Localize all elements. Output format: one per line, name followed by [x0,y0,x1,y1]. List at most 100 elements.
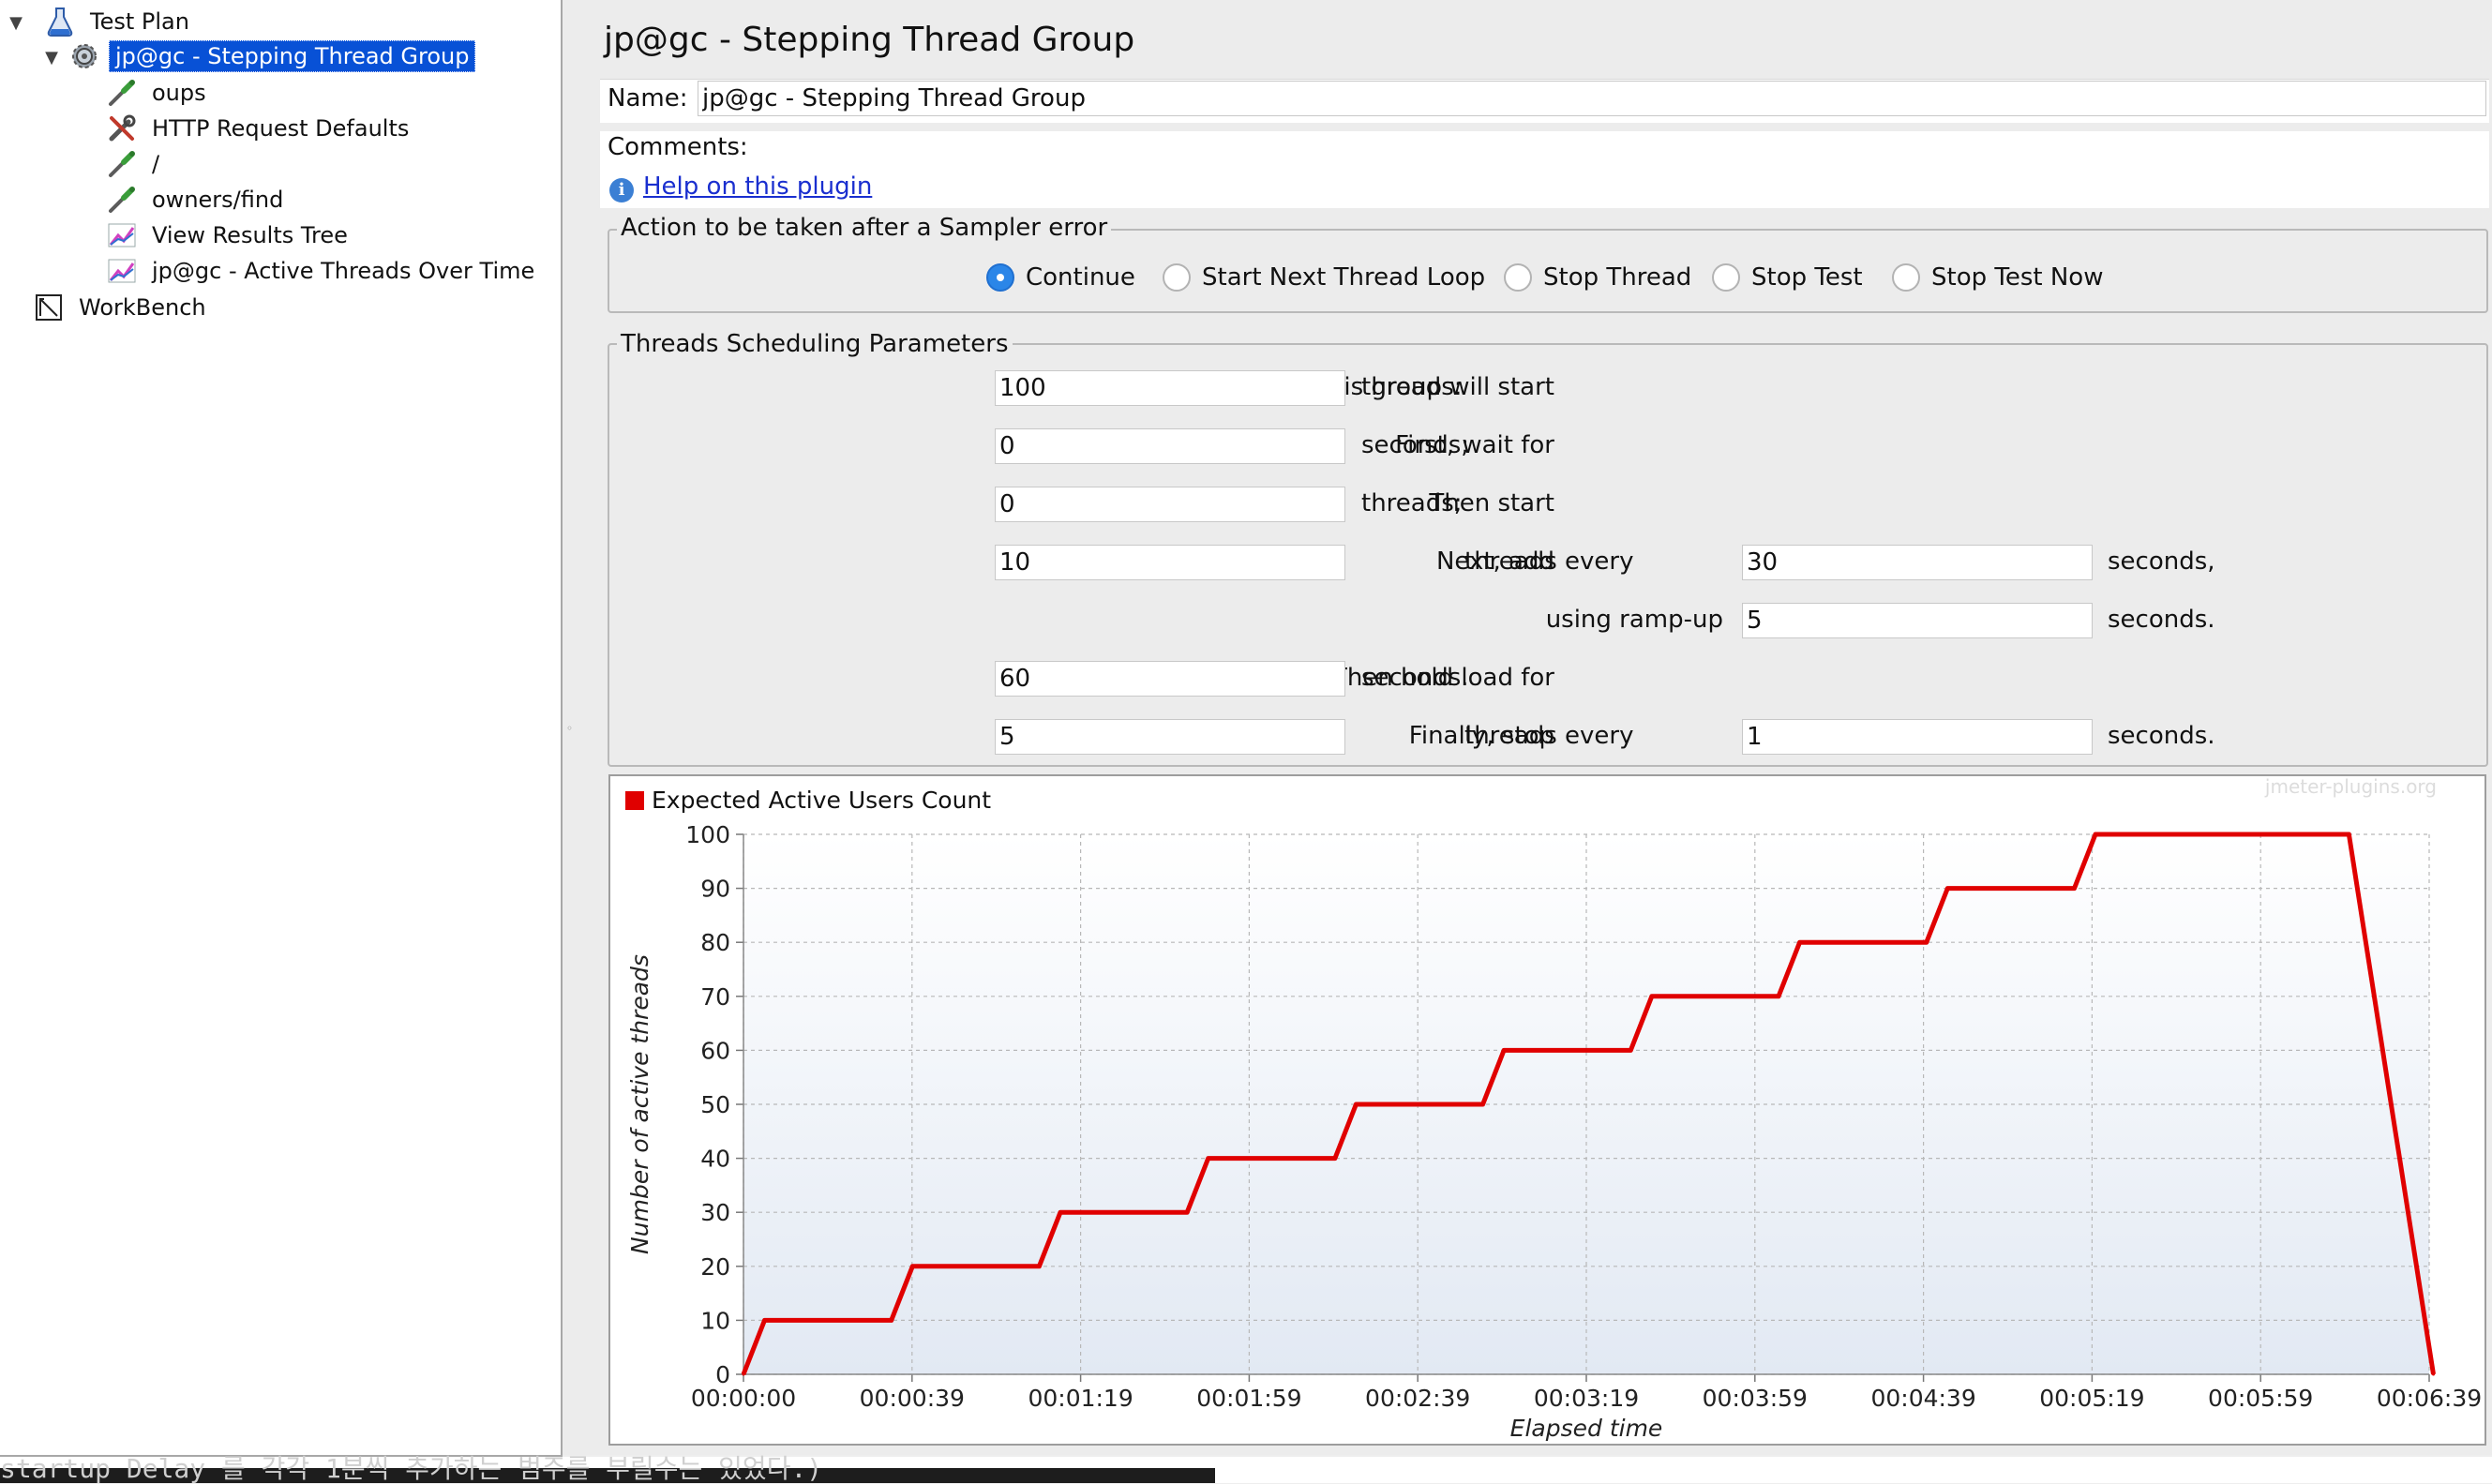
y-tick-label: 20 [700,1253,730,1281]
radio-stop-test-now[interactable]: Stop Test Now [1892,263,2103,292]
radio-stop-test[interactable]: Stop Test [1712,263,1863,292]
rampup-field[interactable] [1742,603,2093,638]
series-point [890,1318,893,1322]
x-tick-label: 00:01:19 [1028,1385,1133,1412]
stop-field[interactable] [995,719,1345,755]
test-plan-tree[interactable]: ▼ Test Plan ▼ jp@gc - Stepping Thread Group… [0,0,563,1457]
y-tick-label: 70 [700,983,730,1011]
series-point [2072,887,2076,891]
tree-node-root-path[interactable]: / [105,147,165,181]
tree-node-label: oups [152,80,206,106]
next-add-field[interactable] [995,545,1345,580]
series-point [1945,887,1949,891]
x-tick-label: 00:05:59 [2208,1385,2313,1412]
series-point [2402,1183,2406,1187]
y-tick-label: 0 [715,1361,730,1388]
series-point [1207,1157,1210,1161]
tree-node-owners-find[interactable]: owners/find [105,183,289,217]
tree-node-label: View Results Tree [152,222,348,248]
tree-node-http-request-defaults[interactable]: HTTP Request Defaults [105,112,414,145]
pipette-icon [105,147,139,181]
radio-stop-thread-dot[interactable] [1504,263,1532,292]
series-point [1798,940,1802,944]
flask-icon [43,5,77,38]
tree-node-label: HTTP Request Defaults [152,115,410,142]
chart-watermark: jmeter-plugins.org [2264,776,2437,798]
series-point [1650,995,1654,998]
graph-icon [105,218,139,252]
pane-splitter[interactable]: ◦ [563,0,581,1455]
expand-toggle-icon[interactable]: ▼ [41,47,62,67]
series-point [2347,832,2350,836]
x-axis-label: Elapsed time [1510,1415,1663,1442]
x-tick-label: 00:06:39 [2377,1385,2482,1412]
sampler-error-legend: Action to be taken after a Sampler error [617,214,1112,242]
next-add-unit: seconds, [2108,547,2215,576]
tree-node-view-results-tree[interactable]: View Results Tree [105,218,353,252]
series-point [1777,995,1780,998]
comments-label: Comments: [608,133,748,161]
series-point [2432,1372,2436,1376]
group-start-field[interactable] [995,370,1345,406]
series-point [1502,1048,1506,1052]
series-point [1925,940,1929,944]
tree-node-jp-gc-stepping-thread-group[interactable]: jp@gc - Stepping Thread Group [68,39,476,73]
stop-every-field[interactable] [1742,719,2093,755]
x-tick-label: 00:03:59 [1703,1385,1808,1412]
radio-stop-test-now-dot[interactable] [1892,263,1920,292]
series-point [2380,1048,2384,1052]
hold-field[interactable] [995,661,1345,697]
series-point [2397,1157,2401,1161]
radio-continue[interactable]: Continue [986,263,1135,292]
series-point [1333,1157,1337,1161]
radio-stop-thread[interactable]: Stop Thread [1504,263,1691,292]
radio-stop-test-dot[interactable] [1712,263,1740,292]
chart-canvas: 00:00:00 00:00:39 00:01:19 00:01:59 00:02:39… [625,776,2482,1442]
tree-node-workbench[interactable]: WorkBench [32,291,212,324]
comments-field[interactable] [743,131,2486,167]
info-icon: i [609,178,634,202]
x-tick-label: 00:05:19 [2039,1385,2144,1412]
workbench-icon [32,291,66,324]
x-tick-label: 00:00:00 [691,1385,796,1412]
group-start-unit: threads: [1361,373,1463,401]
rampup-label: using ramp-up [1545,606,1723,634]
name-field[interactable] [698,81,2486,116]
series-point [2364,940,2367,944]
bottom-caption: startup Delay 를 각각 1분씩 추가하는 범주를 부릴수는 있었다… [0,1453,823,1484]
series-point [1185,1210,1189,1214]
expand-toggle-icon[interactable]: ▼ [6,12,26,33]
name-label: Name: [608,84,688,112]
y-tick-label: 40 [700,1146,730,1173]
help-link[interactable]: Help on this plugin [643,172,872,201]
series-point [2410,1237,2414,1241]
radio-stop-test-now-label: Stop Test Now [1931,263,2104,292]
radio-start-next-thread-loop[interactable]: Start Next Thread Loop [1163,263,1485,292]
splitter-grip-icon[interactable]: ◦ [566,722,576,737]
next-add-mid: threads every [1464,547,1634,576]
legend-label: Expected Active Users Count [652,787,991,814]
graph-icon [105,254,139,288]
wrench-icon [105,112,139,145]
radio-continue-dot[interactable] [986,263,1014,292]
hold-unit: seconds. [1361,664,1469,692]
series-point [1037,1265,1041,1268]
radio-start-next-dot[interactable] [1163,263,1191,292]
series-point [2389,1102,2393,1106]
tree-node-test-plan[interactable]: Test Plan [43,5,195,38]
wait-field[interactable] [995,428,1345,464]
tree-node-label: owners/find [152,187,284,213]
then-start-unit: threads; [1361,489,1463,517]
scheduling-legend: Threads Scheduling Parameters [617,330,1013,358]
series-point [2351,860,2355,863]
next-add-every-field[interactable] [1742,545,2093,580]
then-start-field[interactable] [995,487,1345,522]
panel-title: jp@gc - Stepping Thread Group [604,21,1135,59]
tree-node-jp-gc-active-threads-over-time[interactable]: jp@gc - Active Threads Over Time [105,254,540,288]
series-point [2360,913,2364,917]
tree-node-oups[interactable]: oups [105,76,212,110]
series-point [742,1372,745,1376]
legend-swatch [625,791,644,810]
x-tick-label: 00:04:39 [1870,1385,1975,1412]
tree-node-label: WorkBench [79,294,206,321]
